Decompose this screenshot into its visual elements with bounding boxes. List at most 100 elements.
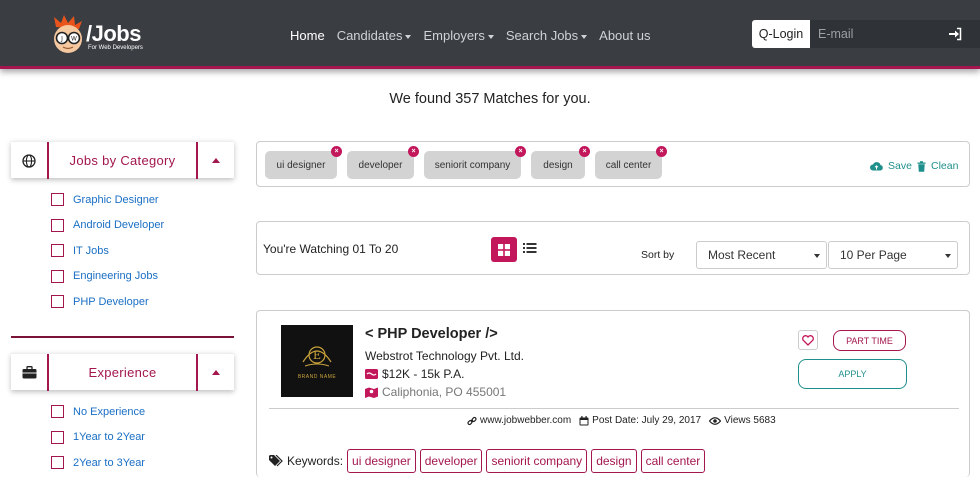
checkbox[interactable] (51, 244, 64, 258)
category-panel-header[interactable]: Jobs by Category (11, 141, 234, 179)
site-logo[interactable]: J W /Jobs For Web Developers (48, 13, 158, 57)
sort-select-value: Most Recent (708, 248, 776, 262)
qlogin-button[interactable]: Q-Login (752, 20, 810, 48)
checkbox[interactable] (51, 430, 64, 444)
category-item[interactable]: Graphic Designer (51, 187, 164, 213)
remove-tag-icon[interactable]: × (331, 146, 342, 157)
nav-candidates[interactable]: Candidates (337, 28, 412, 43)
nav-about-us[interactable]: About us (599, 28, 650, 43)
card-divider (269, 408, 959, 409)
brand-emblem-icon: E (302, 346, 332, 367)
location: Caliphonia, PO 455001 (365, 385, 506, 399)
category-label: PHP Developer (73, 295, 149, 308)
favorite-button[interactable] (798, 330, 818, 350)
filter-tag[interactable]: call center × (595, 146, 667, 179)
watching-range: You're Watching 01 To 20 (263, 242, 399, 256)
checkbox[interactable] (51, 295, 64, 309)
experience-label: No Experience (73, 405, 146, 418)
experience-panel-header[interactable]: Experience (11, 353, 234, 391)
category-item[interactable]: IT Jobs (51, 238, 164, 264)
experience-item[interactable]: 2Year to 3Year (51, 450, 145, 476)
remove-tag-icon[interactable]: × (515, 146, 526, 157)
dropdown-arrow-icon (945, 254, 951, 258)
filter-tag-label: call center (605, 159, 652, 171)
post-date: Post Date: July 29, 2017 (579, 415, 701, 426)
logo-text: /Jobs (86, 21, 141, 46)
salary-text: $12K - 15k P.A. (382, 367, 465, 381)
nav-search-jobs[interactable]: Search Jobs (506, 28, 588, 43)
keyword-tag[interactable]: call center (640, 449, 706, 473)
sign-in-icon[interactable] (948, 27, 962, 41)
job-title[interactable]: < PHP Developer /> (365, 326, 498, 342)
filter-tag[interactable]: design × (531, 146, 590, 179)
sidebar-divider (11, 336, 234, 338)
experience-label: 2Year to 3Year (73, 456, 145, 469)
filter-tag-label: developer (358, 159, 403, 171)
nav-home[interactable]: Home (290, 28, 325, 43)
caret-down-icon (405, 34, 412, 39)
experience-item[interactable]: 1Year to 2Year (51, 425, 145, 451)
job-meta-row: www.jobwebber.com Post Date: July 29, 20… (467, 415, 779, 426)
company-name: Webstrot Technology Pvt. Ltd. (365, 349, 524, 363)
list-view-icon[interactable] (523, 241, 537, 255)
checkbox[interactable] (51, 269, 64, 283)
clean-filters-button[interactable]: Clean (917, 160, 958, 172)
keyword-tag[interactable]: seniorit company (486, 449, 588, 473)
clean-label: Clean (931, 160, 959, 172)
calendar-icon (579, 415, 589, 425)
company-logo[interactable]: E BRAND NAME (281, 325, 353, 397)
filter-tag[interactable]: developer × (347, 146, 419, 179)
experience-label: 1Year to 2Year (73, 431, 145, 444)
apply-button[interactable]: APPLY (798, 359, 907, 389)
collapse-category-toggle[interactable] (196, 142, 234, 179)
job-type-badge: PART TIME (833, 330, 906, 351)
remove-tag-icon[interactable]: × (656, 146, 667, 157)
filter-tag-label: seniorit company (434, 159, 511, 171)
keywords-label: Keywords: (287, 454, 344, 468)
category-label: IT Jobs (73, 244, 109, 257)
logo-tagline: For Web Developers (88, 45, 143, 51)
checkbox[interactable] (51, 456, 64, 470)
checkbox[interactable] (51, 218, 64, 232)
keyword-tag[interactable]: developer (419, 449, 483, 473)
save-label: Save (888, 160, 912, 172)
checkbox[interactable] (51, 405, 64, 419)
dropdown-arrow-icon (814, 254, 820, 258)
checkbox[interactable] (51, 193, 64, 207)
filter-tag[interactable]: ui designer × (265, 146, 342, 179)
map-marker-icon (365, 387, 378, 398)
nav-employers[interactable]: Employers (423, 28, 494, 43)
link-icon (467, 416, 477, 425)
category-item[interactable]: Android Developer (51, 213, 164, 239)
active-filters-bar: ui designer × developer × seniorit company… (256, 141, 970, 187)
sort-select[interactable]: Most Recent (696, 241, 827, 269)
main-nav: Home Candidates Employers Search Jobs Ab… (290, 28, 662, 43)
website[interactable]: www.jobwebber.com (467, 415, 571, 426)
filter-tag[interactable]: seniorit company × (424, 146, 526, 179)
collapse-experience-toggle[interactable] (196, 354, 234, 391)
per-page-select[interactable]: 10 Per Page (828, 241, 958, 269)
salary: $12K - 15k P.A. (365, 367, 465, 381)
remove-tag-icon[interactable]: × (408, 146, 419, 157)
cloud-upload-icon (870, 162, 883, 171)
nav-about-us-label: About us (599, 28, 651, 43)
category-item[interactable]: PHP Developer (51, 289, 164, 315)
filter-tag-label: ui designer (276, 159, 326, 171)
grid-view-button[interactable] (491, 237, 517, 262)
keyword-tag[interactable]: ui designer (347, 449, 416, 473)
chevron-up-icon (212, 158, 220, 163)
briefcase-icon (11, 354, 49, 391)
logo-mascot-icon: J W (54, 15, 82, 53)
save-filters-button[interactable]: Save (870, 160, 912, 172)
top-navbar: J W /Jobs For Web Developers Home Candid… (0, 0, 980, 69)
per-page-select-value: 10 Per Page (840, 248, 907, 262)
quick-login: Q-Login (752, 20, 980, 48)
keywords-row: Keywords: ui designer developer seniorit… (269, 449, 706, 473)
remove-tag-icon[interactable]: × (579, 146, 590, 157)
location-text: Caliphonia, PO 455001 (382, 385, 507, 399)
keyword-tag[interactable]: design (591, 449, 637, 473)
globe-icon (11, 142, 49, 179)
category-item[interactable]: Engineering Jobs (51, 264, 164, 290)
money-icon (365, 369, 378, 379)
experience-item[interactable]: No Experience (51, 399, 145, 425)
